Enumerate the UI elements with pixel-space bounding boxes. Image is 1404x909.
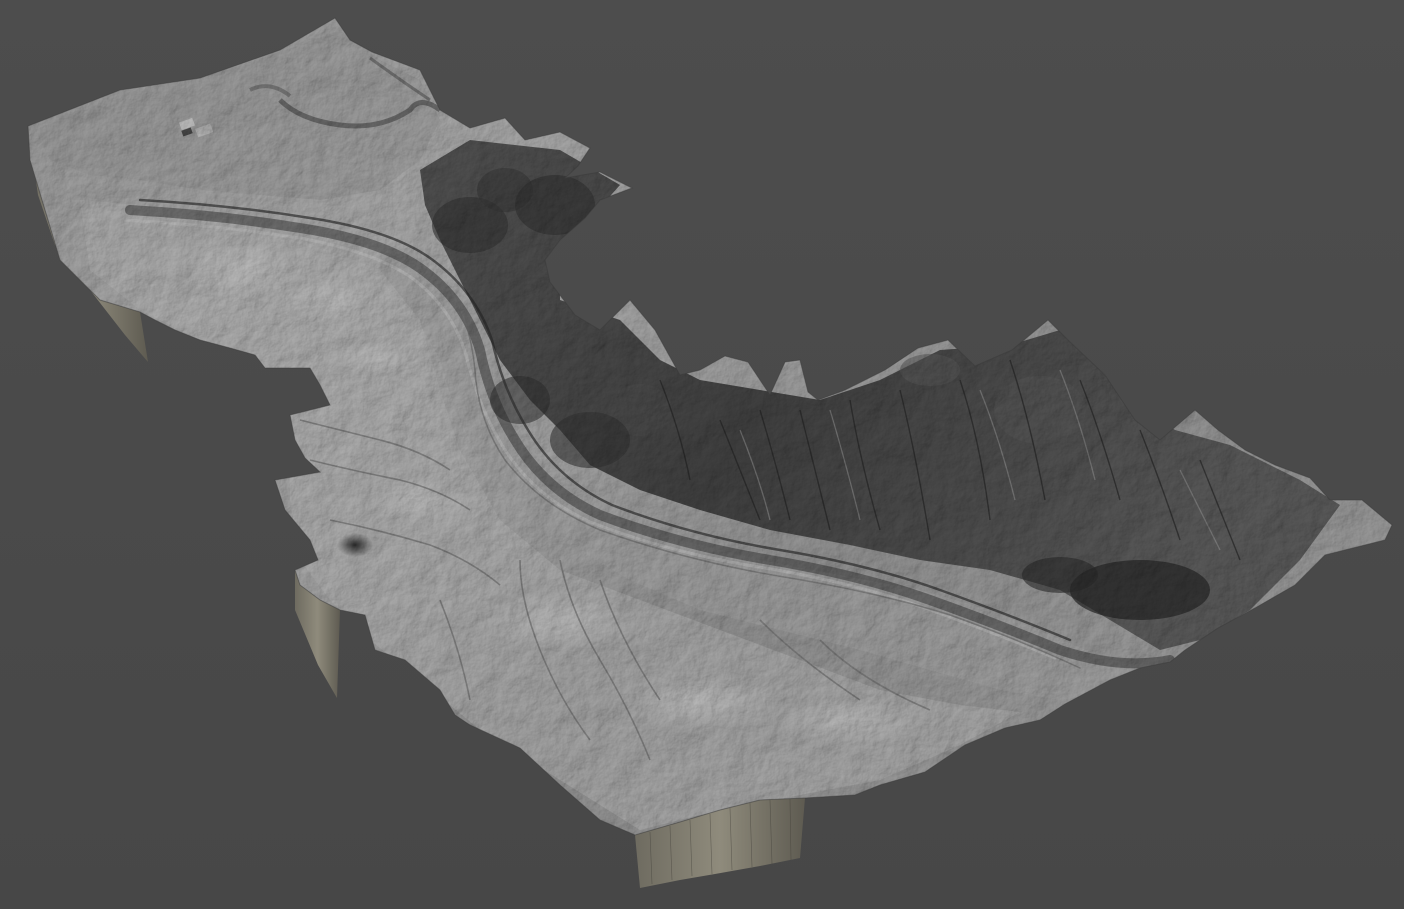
terrain-scene bbox=[0, 0, 1404, 909]
